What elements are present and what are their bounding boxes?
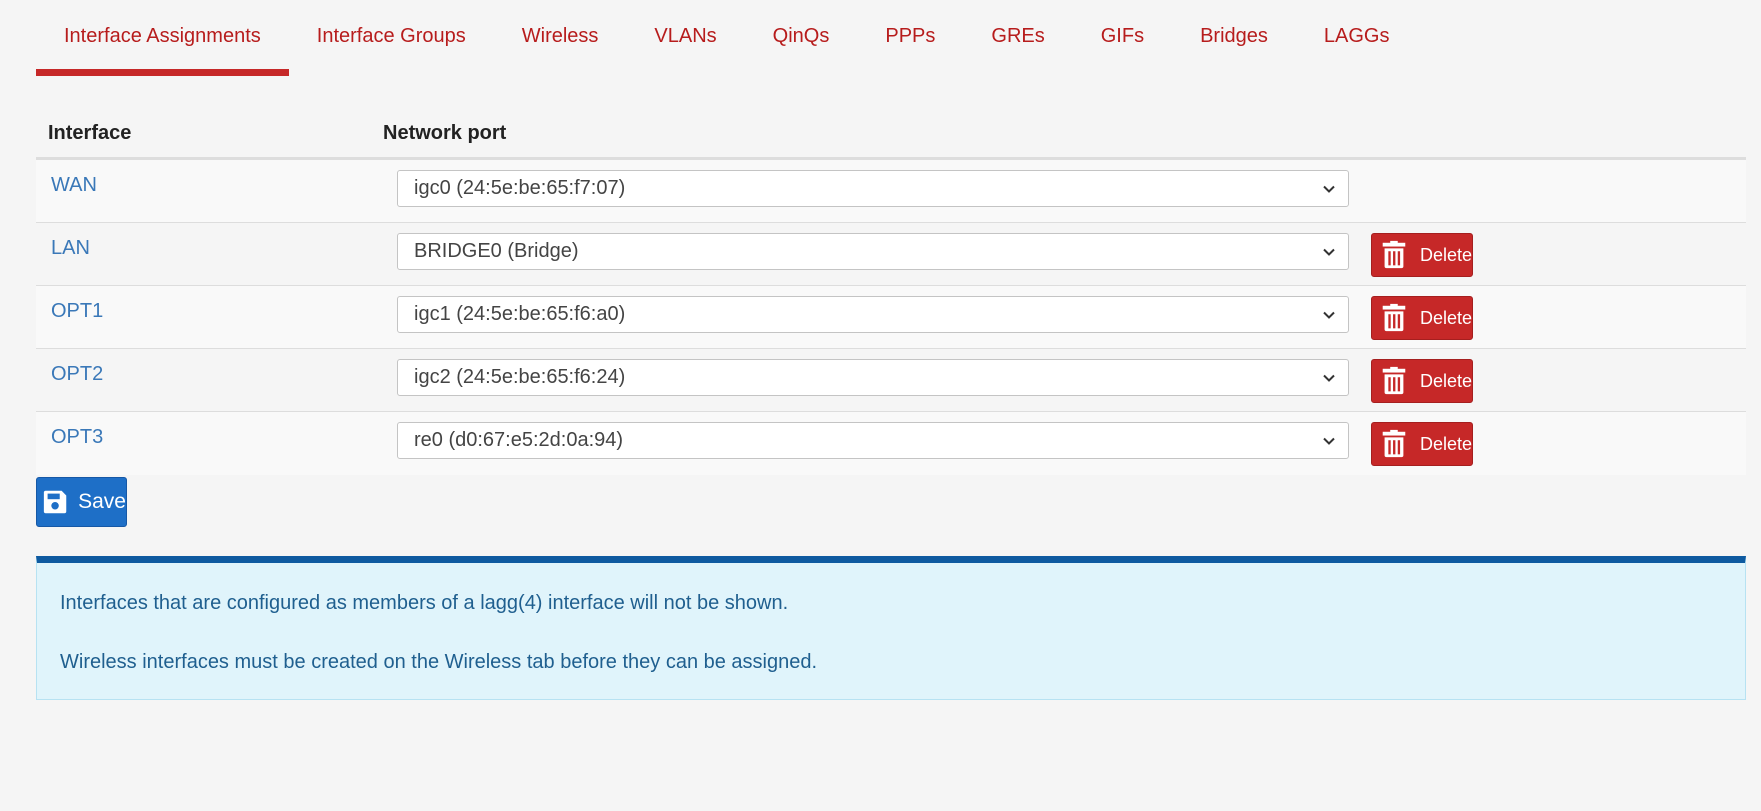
- select-value: BRIDGE0 (Bridge): [414, 240, 579, 262]
- tab-label: GIFs: [1100, 24, 1145, 47]
- trash-icon: [1382, 366, 1406, 395]
- select-value: igc2 (24:5e:be:65:f6:24): [414, 366, 626, 388]
- tab-label: Bridges: [1200, 24, 1268, 47]
- interface-link-lan[interactable]: LAN: [36, 223, 397, 260]
- interface-link-opt3[interactable]: OPT3: [36, 412, 397, 449]
- chevron-down-icon: [1323, 185, 1335, 193]
- delete-label: Delete: [1419, 244, 1472, 265]
- tab-label: VLANs: [654, 24, 717, 47]
- table-row: OPT2 igc2 (24:5e:be:65:f6:24) Delete: [36, 349, 1746, 412]
- chevron-down-icon: [1323, 374, 1335, 382]
- delete-button-opt1[interactable]: Delete: [1371, 296, 1473, 340]
- tab-label: Interface Groups: [316, 24, 466, 47]
- network-port-select-opt3[interactable]: re0 (d0:67:e5:2d:0a:94): [397, 422, 1349, 459]
- tab-label: PPPs: [885, 24, 936, 47]
- tab-label: GREs: [991, 24, 1045, 47]
- delete-label: Delete: [1419, 307, 1472, 328]
- table-row: OPT1 igc1 (24:5e:be:65:f6:a0) Delete: [36, 286, 1746, 349]
- interface-link-opt2[interactable]: OPT2: [36, 349, 397, 386]
- column-header-network-port: Network port: [383, 122, 507, 144]
- tab-bar: Interface Assignments Interface Groups W…: [36, 0, 1417, 76]
- delete-button-opt3[interactable]: Delete: [1371, 422, 1473, 466]
- tab-label: Interface Assignments: [64, 24, 261, 47]
- delete-label: Delete: [1419, 370, 1472, 391]
- trash-icon: [1382, 429, 1406, 458]
- table-row: OPT3 re0 (d0:67:e5:2d:0a:94) Delete: [36, 412, 1746, 475]
- tab-label: QinQs: [772, 24, 830, 47]
- info-text-wireless: Wireless interfaces must be created on t…: [60, 651, 818, 673]
- trash-icon: [1382, 240, 1406, 269]
- network-port-select-lan[interactable]: BRIDGE0 (Bridge): [397, 233, 1349, 270]
- info-callout: Interfaces that are configured as member…: [36, 556, 1746, 700]
- tab-qinqs[interactable]: QinQs: [745, 0, 858, 76]
- info-text-lagg: Interfaces that are configured as member…: [60, 592, 789, 614]
- delete-button-lan[interactable]: Delete: [1371, 233, 1473, 277]
- network-port-select-wan[interactable]: igc0 (24:5e:be:65:f7:07): [397, 170, 1349, 207]
- table-row: WAN igc0 (24:5e:be:65:f7:07): [36, 160, 1746, 223]
- table-row: LAN BRIDGE0 (Bridge) Delete: [36, 223, 1746, 286]
- table-header: Interface Network port: [36, 110, 1746, 160]
- select-value: igc0 (24:5e:be:65:f7:07): [414, 177, 626, 199]
- network-port-select-opt1[interactable]: igc1 (24:5e:be:65:f6:a0): [397, 296, 1349, 333]
- tab-ppps[interactable]: PPPs: [857, 0, 963, 76]
- network-port-select-opt2[interactable]: igc2 (24:5e:be:65:f6:24): [397, 359, 1349, 396]
- delete-label: Delete: [1419, 433, 1472, 454]
- chevron-down-icon: [1323, 248, 1335, 256]
- page: Interface Assignments Interface Groups W…: [0, 0, 1761, 811]
- chevron-down-icon: [1323, 311, 1335, 319]
- tab-label: LAGGs: [1323, 24, 1390, 47]
- tab-interface-assignments[interactable]: Interface Assignments: [36, 0, 289, 76]
- tab-interface-groups[interactable]: Interface Groups: [289, 0, 494, 76]
- tab-gifs[interactable]: GIFs: [1073, 0, 1172, 76]
- save-button[interactable]: Save: [36, 477, 127, 527]
- tab-bridges[interactable]: Bridges: [1172, 0, 1296, 76]
- save-label: Save: [78, 490, 126, 513]
- delete-button-opt2[interactable]: Delete: [1371, 359, 1473, 403]
- tab-vlans[interactable]: VLANs: [626, 0, 744, 76]
- interface-assignments-table: Interface Network port WAN igc0 (24:5e:b…: [36, 110, 1746, 475]
- tab-gres[interactable]: GREs: [963, 0, 1072, 76]
- interface-link-opt1[interactable]: OPT1: [36, 286, 397, 323]
- chevron-down-icon: [1323, 437, 1335, 445]
- trash-icon: [1382, 303, 1406, 332]
- interface-link-wan[interactable]: WAN: [36, 160, 397, 197]
- select-value: igc1 (24:5e:be:65:f6:a0): [414, 303, 626, 325]
- tab-laggs[interactable]: LAGGs: [1296, 0, 1418, 76]
- column-header-interface: Interface: [48, 122, 132, 144]
- tab-wireless[interactable]: Wireless: [494, 0, 627, 76]
- floppy-disk-icon: [43, 490, 67, 514]
- tab-label: Wireless: [521, 24, 599, 47]
- select-value: re0 (d0:67:e5:2d:0a:94): [414, 429, 624, 451]
